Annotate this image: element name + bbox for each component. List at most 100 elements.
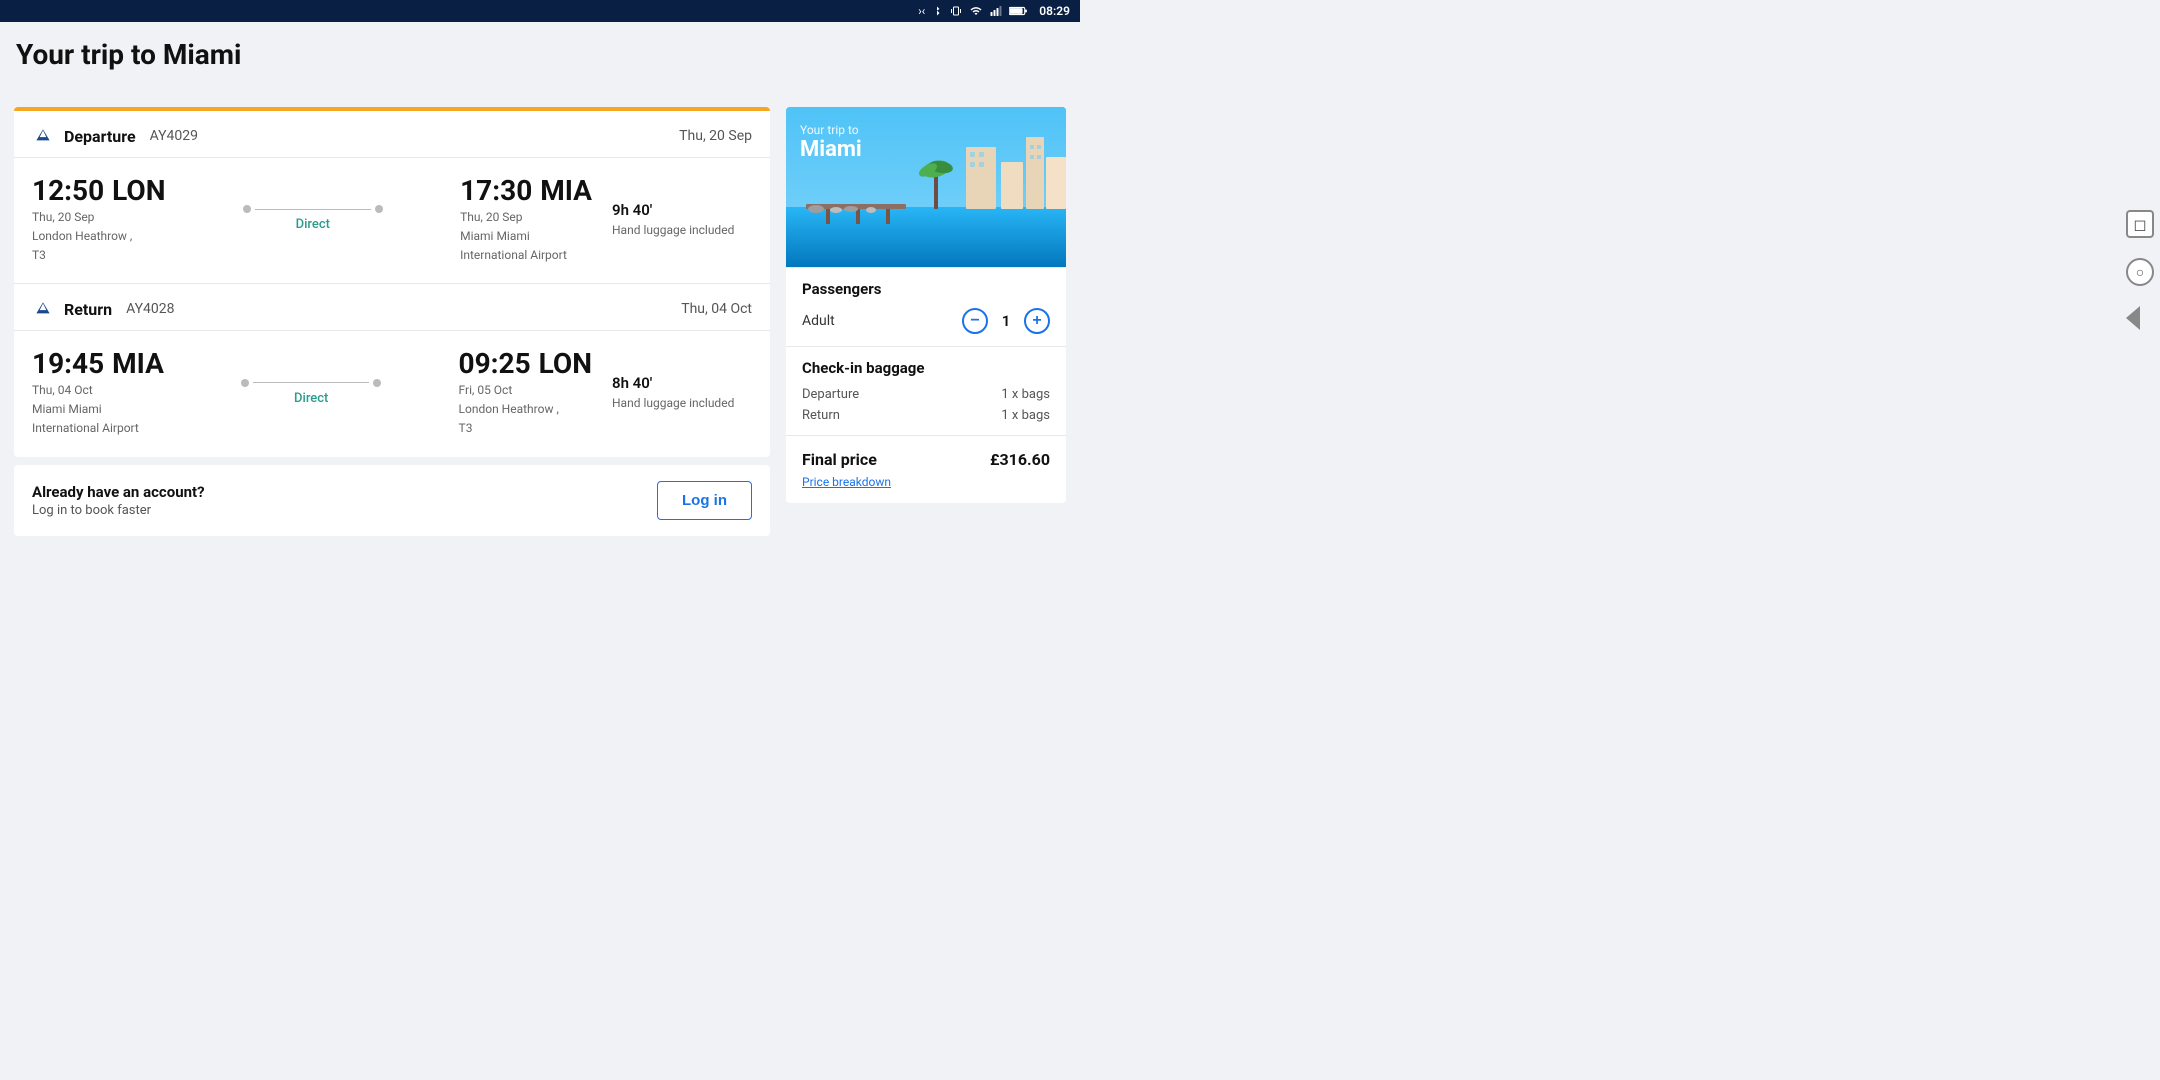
route-dot-right — [375, 205, 383, 213]
return-date: Thu, 04 Oct — [681, 301, 752, 317]
page-title: Your trip to Miami — [14, 38, 1066, 71]
route-line-dep — [243, 205, 383, 213]
finnair-logo-return — [32, 298, 54, 320]
passengers-section: Passengers Adult − 1 + — [786, 267, 1066, 346]
passenger-controls: − 1 + — [962, 308, 1050, 334]
miami-image-card: Your trip to Miami Passengers Adult − 1 … — [786, 107, 1066, 503]
ret-arr-date: Fri, 05 Oct — [459, 382, 592, 399]
return-to: 09:25 LON Fri, 05 Oct London Heathrow , … — [459, 347, 592, 436]
departure-to: 17:30 MIA Thu, 20 Sep Miami Miami Intern… — [460, 174, 592, 263]
departure-baggage-row: Departure 1 x bags — [802, 387, 1050, 402]
login-card: Already have an account? Log in to book … — [14, 465, 770, 536]
final-price-row: Final price £316.60 — [802, 450, 1050, 469]
ret-dep-terminal: International Airport — [32, 420, 164, 437]
price-label: Final price — [802, 450, 877, 469]
departure-from: 12:50 LON Thu, 20 Sep London Heathrow , … — [32, 174, 165, 263]
return-body: 19:45 MIA Thu, 04 Oct Miami Miami Intern… — [14, 331, 770, 456]
departure-header: Departure AY4029 Thu, 20 Sep — [14, 111, 770, 158]
miami-overlay-title: Miami — [800, 137, 862, 162]
ret-baggage-value: 1 x bags — [1001, 408, 1050, 423]
ret-route-dash — [253, 382, 369, 383]
ret-dep-time: 19:45 — [32, 347, 104, 380]
arr-time: 17:30 — [460, 174, 532, 207]
baggage-title: Check-in baggage — [802, 359, 1050, 377]
dep-baggage: Hand luggage included — [612, 223, 752, 237]
route-line-ret — [241, 379, 381, 387]
arr-terminal: International Airport — [460, 247, 592, 264]
departure-route: Direct — [185, 205, 440, 232]
android-nav: ◻ ○ — [2120, 200, 2160, 340]
dep-date-sub: Thu, 20 Sep — [32, 209, 165, 226]
vibrate-icon — [949, 5, 963, 17]
arr-airport: Miami Miami — [460, 228, 592, 245]
price-value: £316.60 — [990, 450, 1050, 469]
wifi-icon — [969, 5, 983, 17]
bluetooth-icon: ›‹ — [918, 4, 925, 18]
departure-info: 9h 40' Hand luggage included — [612, 201, 752, 237]
miami-text-overlay: Your trip to Miami — [800, 123, 862, 162]
departure-body: 12:50 LON Thu, 20 Sep London Heathrow , … — [14, 158, 770, 283]
dep-baggage-value: 1 x bags — [1001, 387, 1050, 402]
price-section: Final price £316.60 Price breakdown — [786, 435, 1066, 503]
square-nav-button[interactable]: ◻ — [2126, 210, 2154, 238]
login-button[interactable]: Log in — [657, 481, 752, 520]
price-breakdown-link[interactable]: Price breakdown — [802, 475, 1050, 489]
dep-code: LON — [112, 174, 165, 207]
dep-time: 12:50 — [32, 174, 104, 207]
battery-icon — [1009, 5, 1029, 17]
departure-date: Thu, 20 Sep — [679, 128, 752, 144]
login-text: Already have an account? Log in to book … — [32, 483, 205, 518]
ret-dep-code: MIA — [112, 347, 164, 380]
ret-baggage-label: Return — [802, 408, 840, 423]
route-dot-left — [243, 205, 251, 213]
ret-dep-airport: Miami Miami — [32, 401, 164, 418]
flight-cards-wrapper: Departure AY4029 Thu, 20 Sep 12:50 LON T… — [14, 107, 770, 457]
login-subtitle: Log in to book faster — [32, 503, 205, 518]
arr-code: MIA — [540, 174, 592, 207]
ret-arr-time: 09:25 — [459, 347, 531, 380]
return-header-left: Return AY4028 — [32, 298, 174, 320]
baggage-section: Check-in baggage Departure 1 x bags Retu… — [786, 346, 1066, 435]
signal-icon — [989, 5, 1003, 17]
circle-nav-button[interactable]: ○ — [2126, 258, 2154, 286]
ret-route-dot-left — [241, 379, 249, 387]
main-content: Departure AY4029 Thu, 20 Sep 12:50 LON T… — [0, 87, 1080, 556]
return-route: Direct — [184, 379, 439, 406]
ret-duration: 8h 40' — [612, 374, 752, 392]
departure-route-label: Direct — [296, 217, 330, 232]
flights-column: Departure AY4029 Thu, 20 Sep 12:50 LON T… — [14, 107, 770, 536]
miami-image: Your trip to Miami — [786, 107, 1066, 267]
adult-passenger-row: Adult − 1 + — [802, 308, 1050, 334]
dep-baggage-label: Departure — [802, 387, 859, 402]
back-nav-button[interactable] — [2126, 306, 2154, 330]
dep-duration: 9h 40' — [612, 201, 752, 219]
return-from: 19:45 MIA Thu, 04 Oct Miami Miami Intern… — [32, 347, 164, 436]
departure-card: Departure AY4029 Thu, 20 Sep 12:50 LON T… — [14, 111, 770, 283]
passengers-title: Passengers — [802, 280, 1050, 298]
ret-arr-terminal: T3 — [459, 420, 592, 437]
dep-terminal: T3 — [32, 247, 165, 264]
return-info: 8h 40' Hand luggage included — [612, 374, 752, 410]
arr-date-sub: Thu, 20 Sep — [460, 209, 592, 226]
departure-header-left: Departure AY4029 — [32, 125, 198, 147]
ret-arr-code: LON — [539, 347, 592, 380]
miami-overlay-subtitle: Your trip to — [800, 123, 862, 137]
login-title: Already have an account? — [32, 483, 205, 501]
departure-flight-number: AY4029 — [150, 128, 198, 144]
ret-arr-airport: London Heathrow , — [459, 401, 592, 418]
ret-baggage: Hand luggage included — [612, 396, 752, 410]
departure-type-label: Departure — [64, 127, 136, 146]
adult-label: Adult — [802, 313, 835, 329]
ret-route-dot-right — [373, 379, 381, 387]
return-card: Return AY4028 Thu, 04 Oct 19:45 MIA Thu,… — [14, 283, 770, 456]
passenger-count: 1 — [998, 312, 1014, 330]
decrease-passenger-button[interactable]: − — [962, 308, 988, 334]
sidebar: Your trip to Miami Passengers Adult − 1 … — [786, 107, 1066, 503]
finnair-logo-departure — [32, 125, 54, 147]
return-baggage-row: Return 1 x bags — [802, 408, 1050, 423]
increase-passenger-button[interactable]: + — [1024, 308, 1050, 334]
return-flight-number: AY4028 — [126, 301, 174, 317]
status-time: 08:29 — [1039, 4, 1070, 18]
return-header: Return AY4028 Thu, 04 Oct — [14, 284, 770, 331]
ret-dep-date: Thu, 04 Oct — [32, 382, 164, 399]
